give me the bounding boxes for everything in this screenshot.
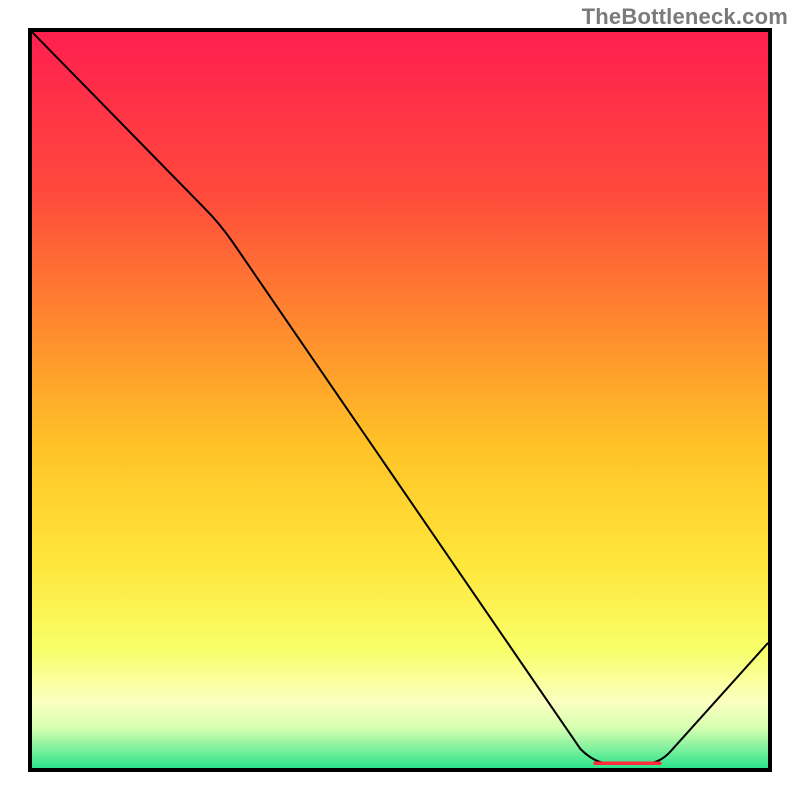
gradient-background	[32, 32, 768, 768]
plot-frame	[28, 28, 772, 772]
plot-svg	[32, 32, 768, 768]
watermark-text: TheBottleneck.com	[582, 4, 788, 30]
chart-stage: TheBottleneck.com	[0, 0, 800, 800]
